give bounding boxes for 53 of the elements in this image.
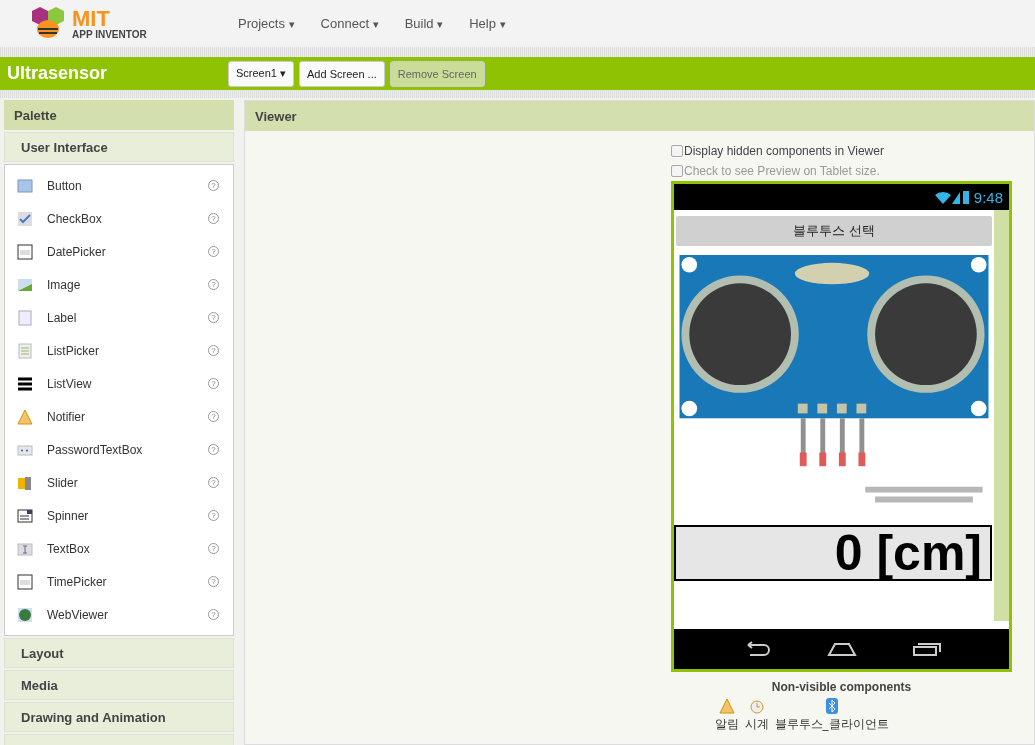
dropdown-icon bbox=[17, 507, 33, 524]
recent-apps-icon[interactable] bbox=[911, 641, 942, 657]
distance-reading: 0 [cm] bbox=[674, 525, 992, 581]
menu-item[interactable]: Projects ▾ bbox=[238, 16, 295, 31]
palette-item[interactable]: Notifier ? bbox=[5, 400, 233, 433]
menu-item[interactable]: Help ▾ bbox=[469, 16, 506, 31]
palette-item[interactable]: DatePicker ? bbox=[5, 235, 233, 268]
warning-icon bbox=[718, 698, 735, 714]
image-icon bbox=[17, 276, 33, 293]
project-title: Ultrasensor bbox=[6, 63, 109, 84]
alarm-clock-icon bbox=[748, 698, 765, 714]
checkbox-option[interactable]: Display hidden components in Viewer bbox=[671, 141, 1034, 161]
home-icon[interactable] bbox=[826, 641, 857, 657]
signal-icons bbox=[933, 189, 970, 205]
palette-item[interactable]: Image ? bbox=[5, 268, 233, 301]
palette-item[interactable]: ListPicker ? bbox=[5, 334, 233, 367]
component-label: 블루투스_클라이언트 bbox=[774, 716, 889, 733]
palette-item[interactable]: CheckBox ? bbox=[5, 202, 233, 235]
bluetooth-select-button[interactable]: 블루투스 선택 bbox=[676, 216, 992, 246]
component-label: 시계 bbox=[744, 716, 769, 733]
palette-item[interactable]: ListView ? bbox=[5, 367, 233, 400]
textbox-icon bbox=[17, 540, 33, 557]
palette-section[interactable]: Media bbox=[4, 670, 234, 700]
checkbox-icon bbox=[17, 210, 33, 227]
palette-item[interactable]: WebViewer ? bbox=[5, 598, 233, 631]
status-time: 9:48 bbox=[973, 188, 1003, 206]
button-icon bbox=[17, 177, 33, 194]
component-label: 알림 bbox=[714, 716, 739, 733]
lines-icon bbox=[17, 375, 33, 392]
palette-section[interactable]: Layout bbox=[4, 638, 234, 668]
menu-item[interactable]: Connect ▾ bbox=[320, 16, 379, 31]
screen-button[interactable]: Add Screen ... bbox=[299, 60, 385, 87]
panel-header: Palette bbox=[4, 100, 234, 130]
palette-item[interactable]: PasswordTextBox ? bbox=[5, 433, 233, 466]
screen-button[interactable]: Screen1 ▾ bbox=[228, 60, 295, 87]
palette-item[interactable]: Spinner ? bbox=[5, 499, 233, 532]
section-title: Non-visible components bbox=[770, 680, 913, 694]
logo-title: MIT bbox=[72, 7, 110, 30]
palette-section[interactable]: User Interface bbox=[4, 132, 234, 162]
palette-item[interactable]: Button ? bbox=[5, 169, 233, 202]
panel-header: Viewer bbox=[245, 101, 1034, 131]
warning-icon bbox=[17, 408, 33, 425]
menu-item[interactable]: Build ▾ bbox=[404, 16, 444, 31]
bluetooth-icon bbox=[823, 698, 840, 714]
palette-item[interactable]: TextBox ? bbox=[5, 532, 233, 565]
slider-icon bbox=[17, 474, 33, 491]
palette-item[interactable]: Label ? bbox=[5, 301, 233, 334]
list-icon bbox=[17, 342, 33, 359]
palette-item[interactable]: Slider ? bbox=[5, 466, 233, 499]
palette-section[interactable]: Drawing and Animation bbox=[4, 702, 234, 732]
palette-item[interactable]: TimePicker ? bbox=[5, 565, 233, 598]
logo-subtitle: APP INVENTOR bbox=[72, 29, 147, 40]
globe-icon bbox=[17, 606, 33, 623]
